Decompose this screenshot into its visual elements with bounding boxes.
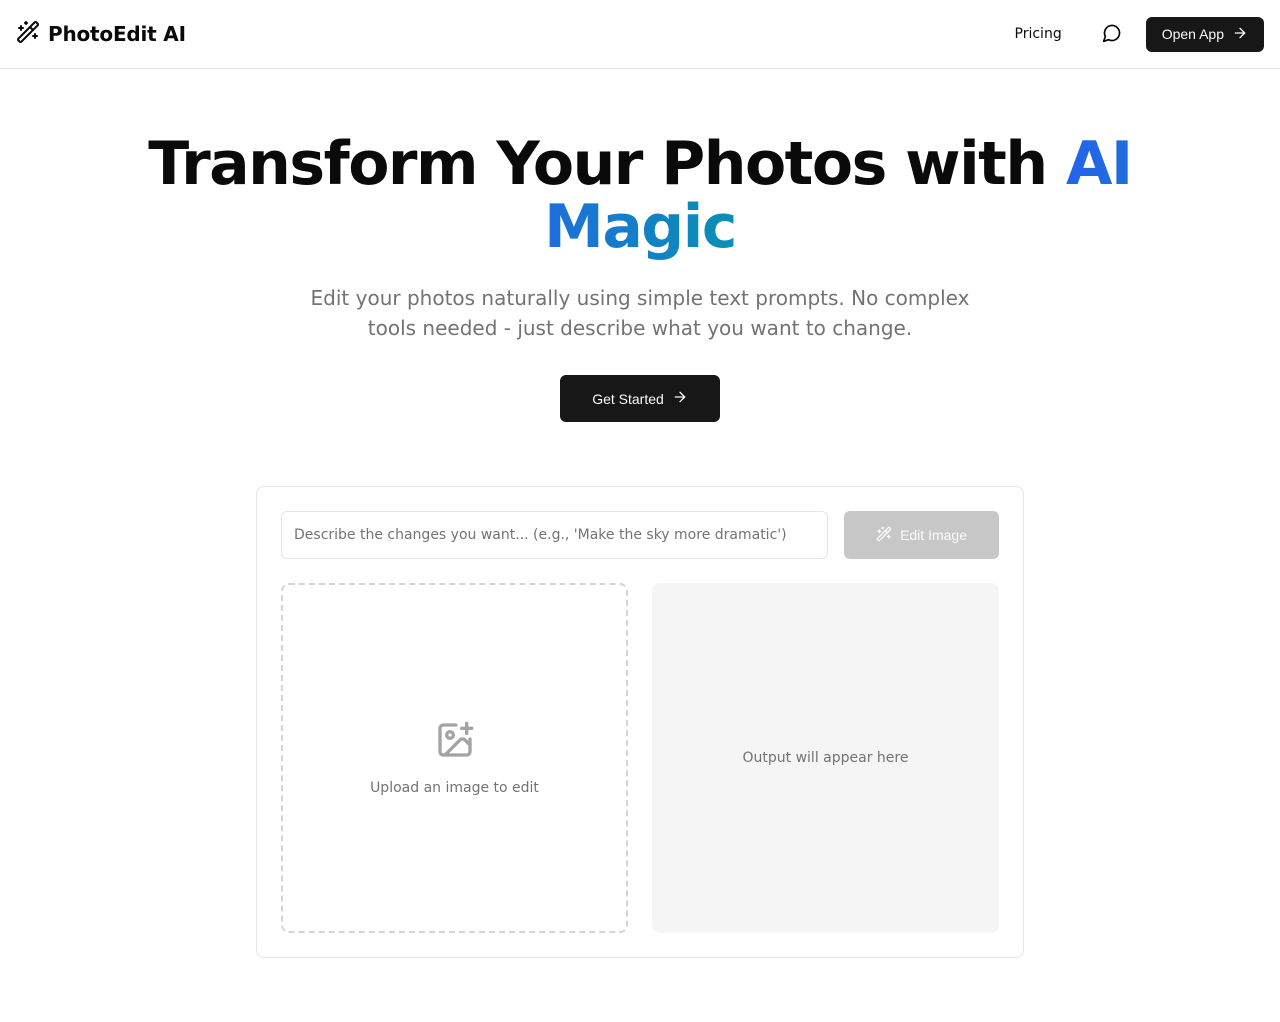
arrow-right-icon	[672, 389, 688, 408]
prompt-input[interactable]	[281, 511, 828, 559]
hero-subtitle: Edit your photos naturally using simple …	[304, 283, 976, 343]
output-placeholder-text: Output will appear here	[743, 750, 909, 766]
hero-section: Transform Your Photos with AI Magic Edit…	[80, 133, 1200, 422]
hero-title-prefix: Transform Your Photos with	[148, 129, 1066, 199]
logo-group: PhotoEdit AI	[16, 20, 186, 48]
output-panel: Output will appear here	[652, 583, 999, 933]
get-started-button[interactable]: Get Started	[560, 375, 720, 422]
edit-image-label: Edit Image	[900, 527, 967, 543]
upload-panel[interactable]: Upload an image to edit	[281, 583, 628, 933]
hero-title: Transform Your Photos with AI Magic	[80, 133, 1200, 259]
wand-sparkles-icon	[876, 526, 892, 545]
arrow-right-icon	[1232, 25, 1248, 44]
header: PhotoEdit AI Pricing Open App	[0, 0, 1280, 69]
pricing-link[interactable]: Pricing	[999, 18, 1078, 50]
open-app-button[interactable]: Open App	[1146, 17, 1264, 52]
wand-sparkles-icon	[16, 20, 40, 48]
editor-panels: Upload an image to edit Output will appe…	[281, 583, 999, 933]
image-plus-icon	[435, 720, 475, 764]
header-nav: Pricing Open App	[999, 16, 1264, 52]
get-started-label: Get Started	[592, 391, 664, 407]
editor-card: Edit Image Upload an image to edit Outpu…	[256, 486, 1024, 958]
main-content: Transform Your Photos with AI Magic Edit…	[64, 69, 1216, 1022]
message-circle-icon	[1102, 23, 1122, 46]
hero-cta-row: Get Started	[80, 375, 1200, 422]
open-app-label: Open App	[1162, 26, 1224, 42]
brand-text: PhotoEdit AI	[48, 22, 186, 46]
prompt-row: Edit Image	[281, 511, 999, 559]
edit-image-button[interactable]: Edit Image	[844, 511, 999, 559]
chat-button[interactable]	[1094, 16, 1130, 52]
upload-prompt-text: Upload an image to edit	[370, 780, 539, 796]
